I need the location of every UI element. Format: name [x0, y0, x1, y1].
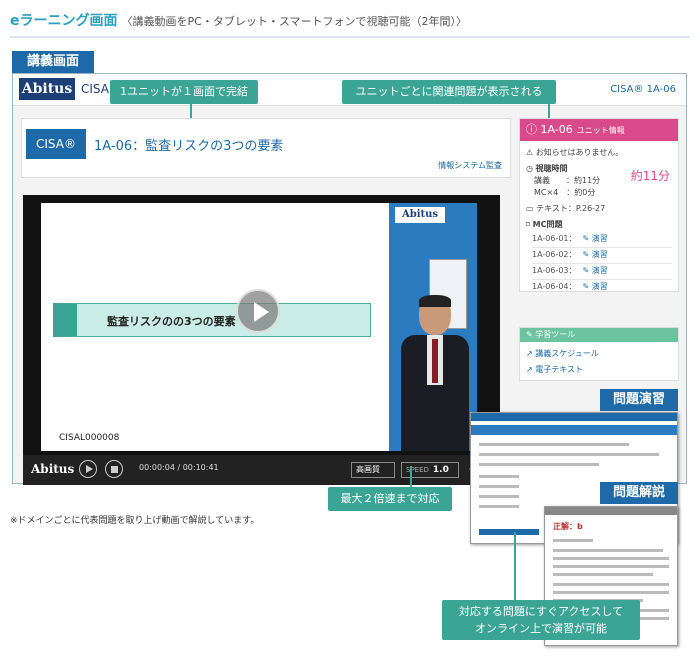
shot-line [479, 443, 629, 446]
callout-pointer [548, 104, 550, 118]
schedule-label: 講義スケジュール [535, 349, 599, 358]
learning-tools-panel: ✎ 学習ツール ↗ 講義スケジュール ↗ 電子テキスト [519, 327, 679, 381]
mc-link-label: 演習 [591, 282, 608, 291]
playback-time: 00:00:04 / 00:10:41 [139, 463, 219, 472]
unit-info-header: ⓘ 1A-06 ユニット情報 [520, 119, 678, 141]
mc-practice-link[interactable]: ✎ 演習 [583, 266, 608, 275]
lecture-slide: 監査リスクのの3つの要素 CISAL000008 [41, 203, 389, 451]
speed-value: 1.0 [432, 465, 449, 475]
explanation-tag: 問題解説 [600, 482, 678, 504]
mc-heading: ⌑ MC問題 [526, 220, 563, 229]
presenter-tie [432, 339, 438, 383]
mc-id: 1A-06-01： [532, 234, 577, 243]
lesson-category[interactable]: 情報システム監査 [438, 160, 502, 171]
notice-text: ⚠ お知らせはありません。 [526, 148, 624, 157]
shot-header [471, 413, 677, 421]
mc-row: 1A-06-04： ✎ 演習 [532, 281, 672, 295]
lesson-title-bar: CISA® 1A-06：監査リスクの3つの要素 情報システム監査 [21, 118, 511, 178]
mc-id: 1A-06-04： [532, 282, 577, 291]
slide-topic-box: 監査リスクのの3つの要素 [53, 303, 371, 337]
mc-link-label: 演習 [591, 234, 608, 243]
mc-id: 1A-06-03： [532, 266, 577, 275]
mc-link-label: 演習 [591, 250, 608, 259]
unit-info-label: ユニット情報 [576, 126, 625, 135]
callout-access-line2: オンライン上で演習が可能 [475, 622, 607, 635]
callout-access: 対応する問題にすぐアクセスして オンライン上で演習が可能 [442, 600, 640, 640]
practice-tag: 問題演習 [600, 389, 678, 411]
abitus-logo[interactable]: Abitus [19, 78, 75, 100]
viewing-label: 視聴時間 [535, 164, 568, 173]
ebook-label: 電子テキスト [535, 365, 584, 374]
mc-row: 1A-06-02： ✎ 演習 [532, 249, 672, 264]
mc-row: 1A-06-01： ✎ 演習 [532, 233, 672, 248]
slide-id: CISAL000008 [59, 433, 120, 443]
callout-one-unit: 1ユニットが１画面で完結 [110, 80, 258, 104]
section-label: 講義画面 [12, 51, 94, 73]
shot-line [553, 539, 593, 542]
quality-select[interactable]: 高画質 [351, 462, 395, 478]
mc-practice-link[interactable]: ✎ 演習 [583, 282, 608, 291]
callout-speed: 最大２倍速まで対応 [328, 487, 452, 511]
mc-practice-link[interactable]: ✎ 演習 [583, 250, 608, 259]
mc-practice-link[interactable]: ✎ 演習 [583, 234, 608, 243]
page-title-text: eラーニング画面 [10, 13, 118, 29]
lesson-title: 1A-06：監査リスクの3つの要素 [94, 139, 284, 154]
slide-logo: Abitus [395, 207, 445, 223]
ebook-link[interactable]: ↗ 電子テキスト [526, 364, 583, 375]
shot-line [479, 475, 519, 478]
callout-related: ユニットごとに関連問題が表示される [342, 80, 556, 104]
shot-nav [471, 425, 677, 435]
tools-header: ✎ 学習ツール [520, 328, 678, 342]
shot-line [553, 573, 653, 576]
shot-line [479, 485, 519, 488]
mc-row: 1A-06-03： ✎ 演習 [532, 265, 672, 280]
callout-access-line1: 対応する問題にすぐアクセスして [458, 605, 624, 618]
tools-heading: 学習ツール [535, 330, 576, 339]
lecture-duration: 講義 ：約11分 [534, 176, 601, 185]
shot-line [479, 453, 659, 456]
play-icon[interactable] [79, 460, 97, 478]
callout-pointer [410, 466, 412, 487]
text-pages: ▭ テキスト：P.26-27 [526, 204, 606, 213]
total-duration: 約11分 [630, 169, 670, 183]
mc-link-label: 演習 [591, 266, 608, 275]
callout-pointer [190, 104, 192, 118]
shot-line [553, 549, 663, 552]
schedule-link[interactable]: ↗ 講義スケジュール [526, 348, 599, 359]
presenter-hair [419, 295, 451, 307]
shot-line [553, 583, 669, 586]
video-player[interactable]: 監査リスクのの3つの要素 CISAL000008 Abitus Abitus 0… [23, 195, 500, 485]
stop-icon[interactable] [105, 460, 123, 478]
page-title: eラーニング画面 〈講義動画をPC・タブレット・スマートフォンで視聴可能（2年間）… [10, 10, 467, 30]
page-subtitle: 〈講義動画をPC・タブレット・スマートフォンで視聴可能（2年間）〉 [121, 15, 467, 28]
cisa-badge: CISA® [26, 129, 86, 159]
shot-line [479, 463, 599, 466]
presenter-image [401, 295, 469, 451]
player-logo: Abitus [31, 462, 75, 476]
callout-pointer [514, 532, 516, 600]
unit-info-panel: ⓘ 1A-06 ユニット情報 ⚠ お知らせはありません。 ◷ 視聴時間 講義 ：約… [519, 118, 679, 292]
mc-label: MC問題 [532, 220, 563, 229]
header-unit-code: CISA® 1A-06 [610, 84, 676, 95]
slide-topic-label: 監査リスクのの3つの要素 [107, 315, 236, 328]
player-controls: Abitus 00:00:04 / 00:10:41 高画質 SPEED 1.0 [23, 455, 500, 485]
mc-duration: MC×4 ：約0分 [534, 188, 596, 197]
shot-header [545, 507, 677, 515]
title-divider [10, 36, 690, 38]
unit-code: 1A-06 [540, 123, 573, 136]
shot-footer [479, 529, 539, 535]
mc-id: 1A-06-02： [532, 250, 577, 259]
viewing-time-label: ◷ 視聴時間 [526, 164, 568, 173]
play-overlay-button[interactable] [236, 289, 280, 333]
shot-line [479, 505, 519, 508]
answer-label: 正解：b [553, 522, 583, 531]
notice-message: お知らせはありません。 [535, 148, 624, 157]
shot-line [479, 495, 519, 498]
shot-line [553, 591, 669, 594]
shot-line [553, 557, 669, 560]
footnote: ※ドメインごとに代表問題を取り上げ動画で解説しています。 [10, 516, 260, 526]
text-pages-value: テキスト：P.26-27 [536, 204, 606, 213]
shot-line [553, 565, 669, 568]
